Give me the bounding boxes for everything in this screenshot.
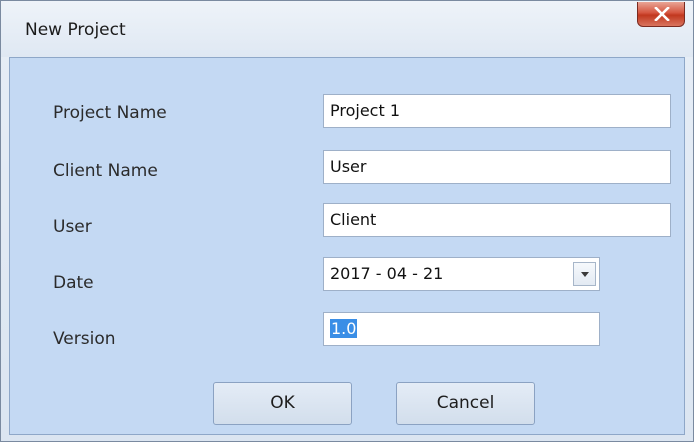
date-picker[interactable]: 2017 - 04 - 21 — [323, 257, 600, 291]
close-icon — [654, 7, 670, 21]
client-name-label: Client Name — [53, 161, 158, 181]
project-name-label: Project Name — [53, 103, 167, 123]
form-panel: Project Name Project 1 Client Name User … — [9, 57, 685, 435]
date-label: Date — [53, 273, 94, 293]
new-project-dialog: New Project Project Name Project 1 Clien… — [0, 0, 694, 442]
date-value: 2017 - 04 - 21 — [330, 264, 444, 283]
ok-button[interactable]: OK — [213, 382, 352, 425]
chevron-down-icon — [581, 272, 589, 277]
user-label: User — [53, 217, 92, 237]
project-name-input[interactable]: Project 1 — [323, 94, 671, 128]
user-input[interactable]: Client — [323, 203, 671, 237]
date-dropdown-button[interactable] — [573, 262, 596, 286]
client-name-input[interactable]: User — [323, 150, 671, 184]
close-button[interactable] — [637, 2, 685, 27]
window-title: New Project — [25, 20, 126, 40]
project-name-value: Project 1 — [330, 101, 401, 120]
version-value: 1.0 — [330, 319, 358, 338]
title-bar[interactable]: New Project — [1, 1, 693, 57]
user-value: Client — [330, 210, 377, 229]
version-label: Version — [53, 329, 116, 349]
version-input[interactable]: 1.0 — [323, 312, 600, 346]
cancel-button[interactable]: Cancel — [396, 382, 535, 425]
client-name-value: User — [330, 157, 367, 176]
